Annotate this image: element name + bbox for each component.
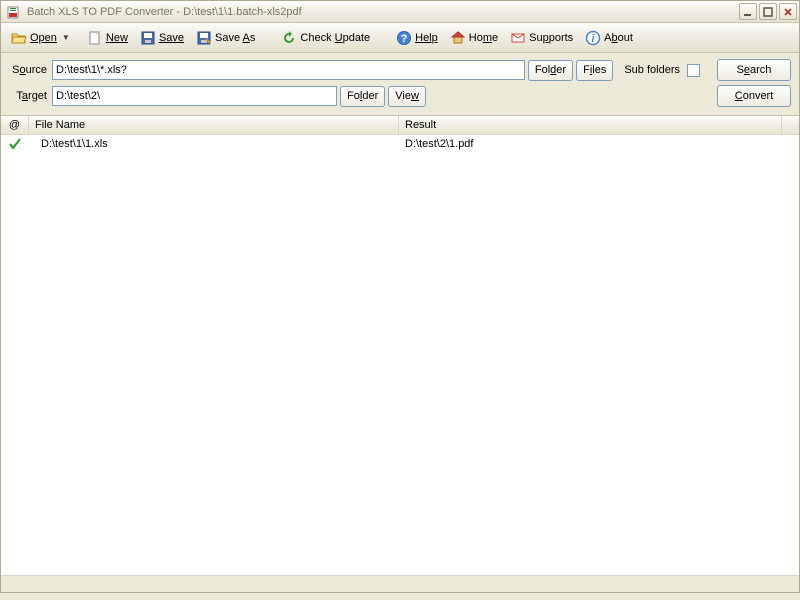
titlebar: Batch XLS TO PDF Converter - D:\test\1\1…: [0, 0, 800, 23]
home-button[interactable]: Home: [444, 26, 504, 50]
result-list: @ File Name Result D:\test\1\1.xls D:\te…: [0, 116, 800, 593]
app-icon: [6, 4, 22, 20]
list-row[interactable]: D:\test\1\1.xls D:\test\2\1.pdf: [1, 135, 799, 153]
source-label: Source: [9, 64, 49, 76]
cell-result: D:\test\2\1.pdf: [399, 138, 799, 150]
main-toolbar: Open ▼ New Save Save As Check Update ? H…: [0, 23, 800, 53]
save-as-button[interactable]: Save As: [190, 26, 261, 50]
about-button[interactable]: i About: [579, 26, 639, 50]
window-title: Batch XLS TO PDF Converter - D:\test\1\1…: [25, 6, 739, 18]
paths-panel: Source Folder Files Sub folders Search T…: [0, 53, 800, 116]
window-controls: [739, 3, 797, 20]
svg-text:?: ?: [401, 33, 408, 45]
info-icon: i: [585, 30, 601, 46]
home-icon: [450, 30, 466, 46]
column-file-name[interactable]: File Name: [29, 116, 399, 134]
list-body: D:\test\1\1.xls D:\test\2\1.pdf: [1, 135, 799, 153]
column-scroll-spacer: [782, 116, 799, 134]
cell-file-name: D:\test\1\1.xls: [29, 138, 399, 150]
target-row: Target Folder View Convert: [9, 85, 791, 107]
chevron-down-icon: ▼: [62, 33, 69, 42]
sub-folders-label: Sub folders: [616, 64, 684, 76]
home-label: Home: [469, 32, 498, 44]
save-label: Save: [159, 32, 184, 44]
mail-icon: [510, 30, 526, 46]
supports-label: Supports: [529, 32, 573, 44]
status-ok-icon: [1, 137, 29, 151]
source-input[interactable]: [52, 60, 525, 80]
list-header: @ File Name Result: [1, 116, 799, 135]
check-update-label: Check Update: [300, 32, 370, 44]
close-button[interactable]: [779, 3, 797, 20]
target-label: Target: [9, 90, 49, 102]
source-row: Source Folder Files Sub folders Search: [9, 59, 791, 81]
maximize-button[interactable]: [759, 3, 777, 20]
check-update-button[interactable]: Check Update: [275, 26, 376, 50]
column-result[interactable]: Result: [399, 116, 782, 134]
refresh-icon: [281, 30, 297, 46]
open-label: Open: [30, 32, 57, 44]
new-file-icon: [87, 30, 103, 46]
target-input[interactable]: [52, 86, 337, 106]
sub-folders-checkbox[interactable]: [687, 64, 700, 77]
save-as-icon: [196, 30, 212, 46]
save-icon: [140, 30, 156, 46]
help-label: Help: [415, 32, 438, 44]
new-button[interactable]: New: [81, 26, 134, 50]
open-button[interactable]: Open ▼: [5, 26, 75, 50]
status-bar: [1, 575, 799, 592]
save-button[interactable]: Save: [134, 26, 190, 50]
help-button[interactable]: ? Help: [390, 26, 444, 50]
view-button[interactable]: View: [388, 86, 426, 107]
source-files-button[interactable]: Files: [576, 60, 613, 81]
source-folder-button[interactable]: Folder: [528, 60, 573, 81]
save-as-label: Save As: [215, 32, 255, 44]
search-button[interactable]: Search: [717, 59, 791, 81]
help-icon: ?: [396, 30, 412, 46]
column-status[interactable]: @: [1, 116, 29, 134]
minimize-button[interactable]: [739, 3, 757, 20]
target-folder-button[interactable]: Folder: [340, 86, 385, 107]
about-label: About: [604, 32, 633, 44]
supports-button[interactable]: Supports: [504, 26, 579, 50]
new-label: New: [106, 32, 128, 44]
convert-button[interactable]: Convert: [717, 85, 791, 107]
folder-open-icon: [11, 30, 27, 46]
